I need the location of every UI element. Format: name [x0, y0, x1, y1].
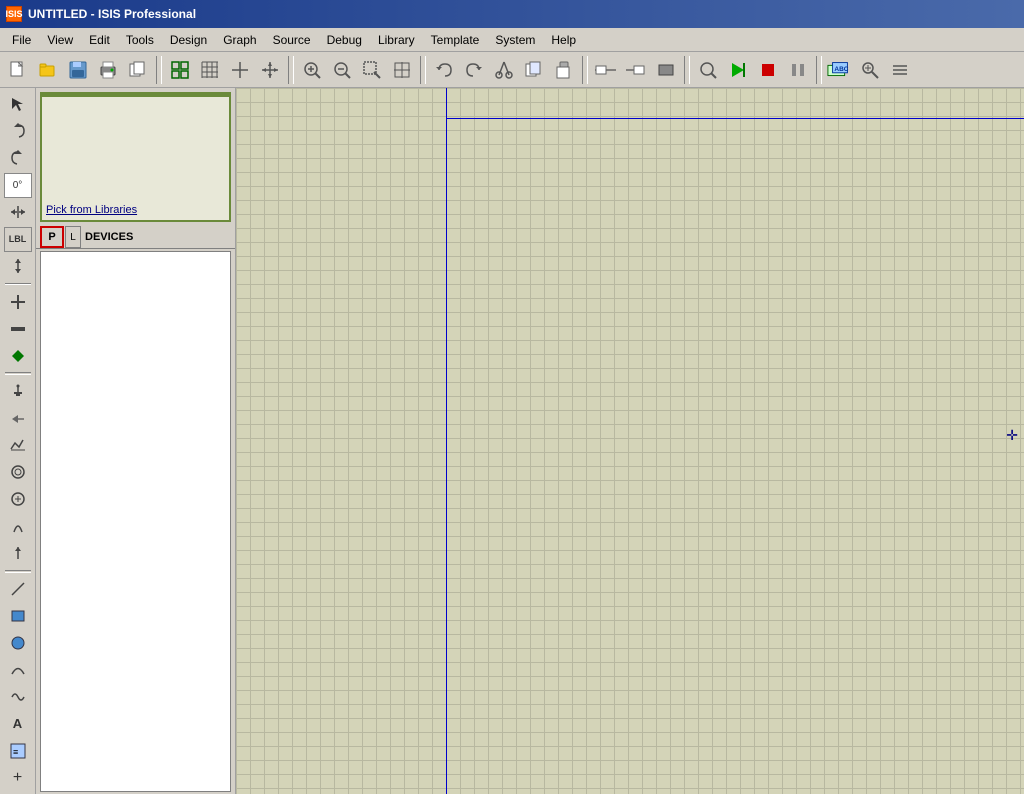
tape-tool[interactable] — [4, 460, 32, 485]
tab-l[interactable]: L — [65, 226, 81, 248]
new-button[interactable] — [4, 56, 32, 84]
app-logo: ISIS — [6, 6, 22, 22]
menu-source[interactable]: Source — [265, 31, 319, 49]
graph-tool-btn[interactable] — [4, 433, 32, 458]
app-title: UNTITLED - ISIS Professional — [28, 7, 196, 21]
view-button[interactable] — [166, 56, 194, 84]
volt-probe-tool[interactable] — [4, 514, 32, 539]
junction-tool[interactable] — [4, 343, 32, 368]
save-button[interactable] — [64, 56, 92, 84]
generator-tool[interactable] — [4, 487, 32, 512]
menu-edit[interactable]: Edit — [81, 31, 118, 49]
symbol-tool[interactable]: ≡ — [4, 738, 32, 763]
preview-area: Pick from Libraries — [40, 92, 231, 222]
rect-tool[interactable] — [4, 604, 32, 629]
pin-tool[interactable] — [4, 406, 32, 431]
select-tool[interactable] — [4, 92, 32, 117]
left-sep-2 — [5, 372, 31, 375]
copy2-button[interactable] — [520, 56, 548, 84]
menu-file[interactable]: File — [4, 31, 39, 49]
canvas-border-vertical — [446, 88, 447, 794]
rotate-ccw-tool[interactable] — [4, 146, 32, 171]
rotate-cw-tool[interactable] — [4, 119, 32, 144]
move-button[interactable] — [256, 56, 284, 84]
pause-button[interactable] — [784, 56, 812, 84]
magnifier-button[interactable] — [694, 56, 722, 84]
toolbar-sep-3 — [420, 56, 426, 84]
left-sep-1 — [5, 283, 31, 286]
menu-template[interactable]: Template — [423, 31, 488, 49]
menu-library[interactable]: Library — [370, 31, 423, 49]
toolbar-sep-4 — [582, 56, 588, 84]
svg-text:≡: ≡ — [13, 747, 18, 757]
menu-tools[interactable]: Tools — [118, 31, 162, 49]
pin1-button[interactable] — [592, 56, 620, 84]
circle-tool[interactable] — [4, 630, 32, 655]
main-toolbar: ABC — [0, 52, 1024, 88]
arc-tool[interactable] — [4, 657, 32, 682]
pin2-button[interactable] — [622, 56, 650, 84]
toolbar-sep-2 — [288, 56, 294, 84]
grid-background: ✛ — [236, 88, 1024, 794]
left-sep-3 — [5, 570, 31, 573]
undo-button[interactable] — [430, 56, 458, 84]
power-tool[interactable] — [4, 379, 32, 404]
stop-button[interactable] — [754, 56, 782, 84]
zoom-area-button[interactable] — [358, 56, 386, 84]
cut-button[interactable] — [490, 56, 518, 84]
mirror-h-tool[interactable] — [4, 200, 32, 225]
wire-tool[interactable] — [4, 289, 32, 314]
menu-bar: File View Edit Tools Design Graph Source… — [0, 28, 1024, 52]
open-button[interactable] — [34, 56, 62, 84]
grid-button[interactable] — [196, 56, 224, 84]
block-button[interactable] — [652, 56, 680, 84]
menu-debug[interactable]: Debug — [319, 31, 370, 49]
origin-button[interactable] — [226, 56, 254, 84]
angle-display: 0° — [4, 173, 32, 198]
menu-system[interactable]: System — [487, 31, 543, 49]
menu-help[interactable]: Help — [543, 31, 584, 49]
menu-view[interactable]: View — [39, 31, 81, 49]
search2-button[interactable] — [856, 56, 884, 84]
preview-border — [42, 94, 229, 97]
side-panel: Pick from Libraries P L DEVICES — [36, 88, 236, 794]
toolbar-sep-1 — [156, 56, 162, 84]
zoom-fit-button[interactable] — [388, 56, 416, 84]
text-tool[interactable]: A — [4, 711, 32, 736]
paste-button[interactable] — [550, 56, 578, 84]
toolbar-sep-5 — [684, 56, 690, 84]
device-list[interactable] — [40, 251, 231, 792]
menu-graph[interactable]: Graph — [215, 31, 264, 49]
print-button[interactable] — [94, 56, 122, 84]
canvas-border-horizontal — [446, 118, 1024, 119]
menu-design[interactable]: Design — [162, 31, 215, 49]
more2-button[interactable] — [886, 56, 914, 84]
copy-button[interactable] — [124, 56, 152, 84]
devices-label: DEVICES — [85, 231, 133, 243]
zoom-out-button[interactable] — [328, 56, 356, 84]
redo-button[interactable] — [460, 56, 488, 84]
cur-probe-tool[interactable] — [4, 541, 32, 566]
svg-text:ABC: ABC — [834, 65, 848, 72]
lib-button[interactable]: ABC — [826, 56, 854, 84]
label-tool[interactable]: LBL — [4, 227, 32, 252]
main-layout: 0° LBL — [0, 88, 1024, 794]
bus-tool[interactable] — [4, 316, 32, 341]
line-tool[interactable] — [4, 577, 32, 602]
device-tabs: P L DEVICES — [36, 226, 235, 249]
crosshair-marker: ✛ — [1006, 427, 1018, 444]
pick-from-libraries[interactable]: Pick from Libraries — [42, 200, 141, 220]
path-tool[interactable] — [4, 684, 32, 709]
zoom-in-button[interactable] — [298, 56, 326, 84]
canvas-area[interactable]: ✛ — [236, 88, 1024, 794]
tab-p[interactable]: P — [40, 226, 64, 248]
move-obj-tool[interactable] — [4, 254, 32, 279]
run-button[interactable] — [724, 56, 752, 84]
title-bar: ISIS UNTITLED - ISIS Professional — [0, 0, 1024, 28]
left-toolbar: 0° LBL — [0, 88, 36, 794]
toolbar-sep-6 — [816, 56, 822, 84]
plus-tool[interactable]: + — [4, 765, 32, 790]
